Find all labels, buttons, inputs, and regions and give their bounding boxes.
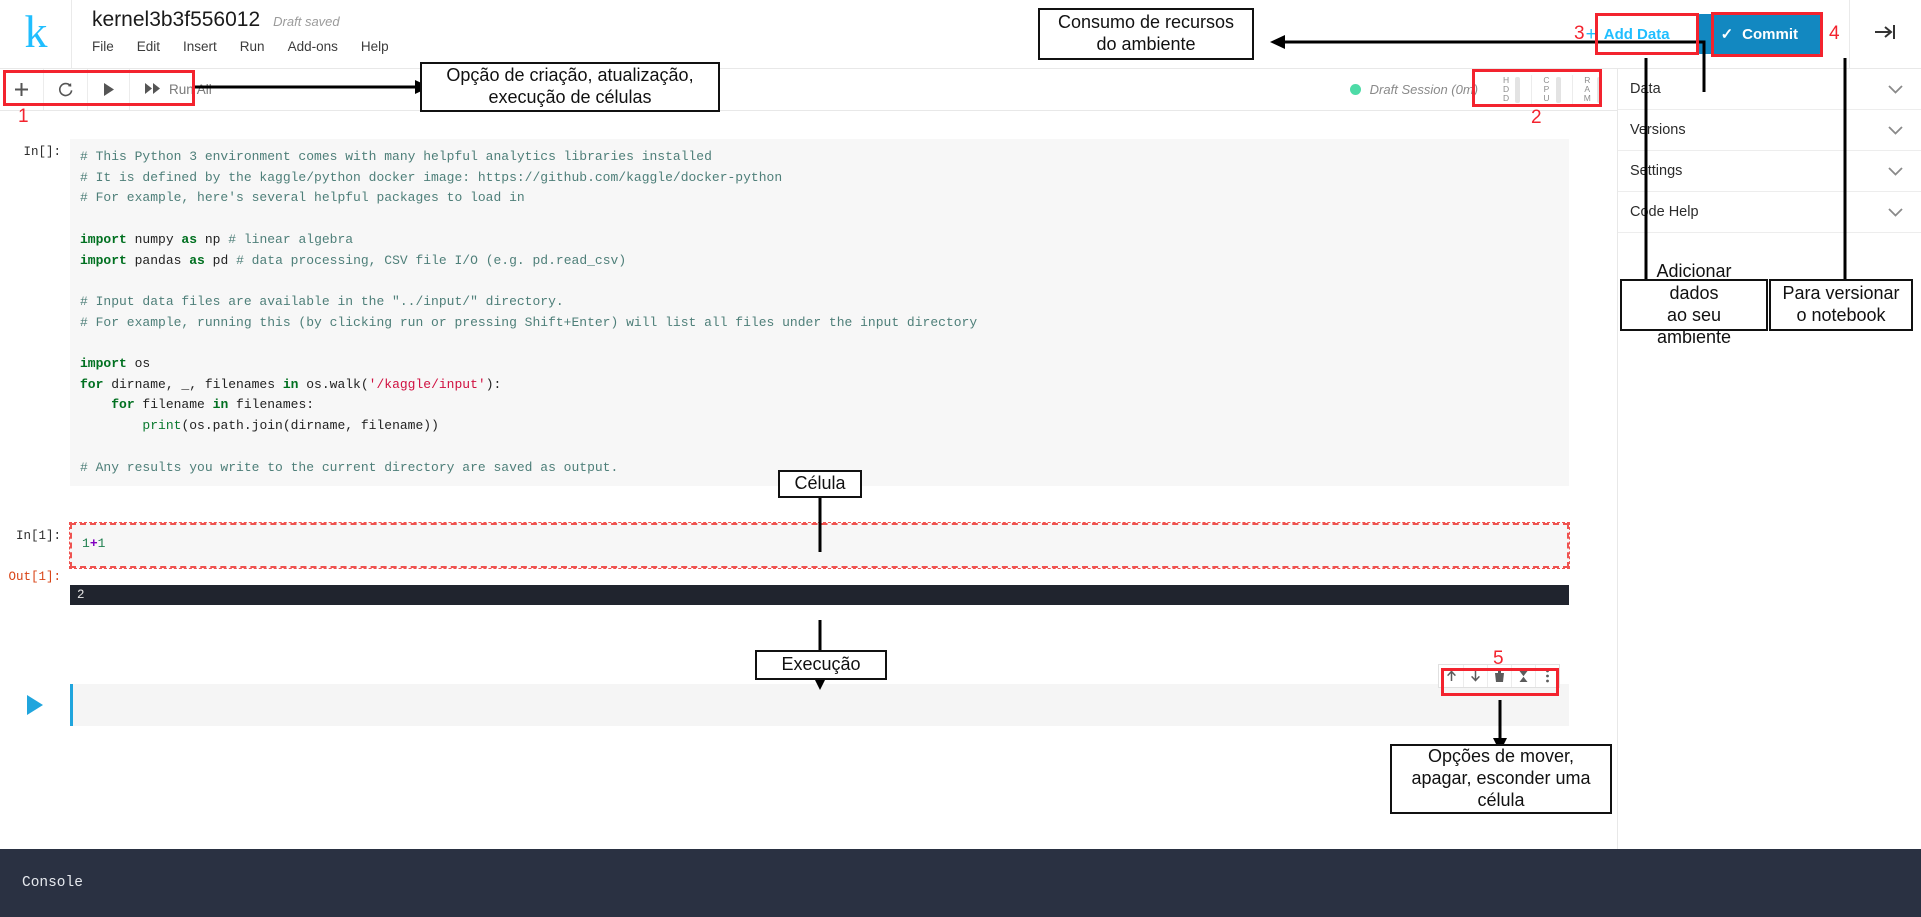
annotation-text: Execução	[781, 654, 860, 676]
run-cell-button[interactable]	[88, 69, 129, 110]
toolbar-left-group: Run All	[0, 69, 226, 110]
meter-hdd[interactable]: HDD	[1492, 75, 1531, 105]
annotation-resources-note: Consumo de recursos do ambiente	[1038, 8, 1254, 60]
refresh-icon	[57, 81, 74, 98]
notebook-cell[interactable]: In[]: # This Python 3 environment comes …	[0, 139, 1617, 486]
run-all-label: Run All	[169, 82, 212, 97]
sidebar-item-label: Versions	[1630, 122, 1686, 138]
cell-prompt-label: In[]:	[0, 139, 70, 486]
console-footer[interactable]: Console	[0, 849, 1921, 917]
run-all-button[interactable]: Run All	[130, 69, 226, 110]
annotation-add-data-note: Adicionar dados ao seu ambiente	[1620, 279, 1768, 331]
chevron-down-icon	[1888, 165, 1903, 178]
annotation-text: Adicionar dados ao seu ambiente	[1630, 261, 1758, 349]
collapse-cell-icon[interactable]	[1511, 665, 1535, 687]
meter-hdd-label: HDD	[1503, 76, 1509, 104]
sidebar-item-settings[interactable]: Settings	[1618, 151, 1921, 192]
annotation-cell-options-note: Opções de mover, apagar, esconder uma cé…	[1390, 744, 1612, 814]
annotation-number-2: 2	[1531, 107, 1542, 129]
sidebar-item-code-help[interactable]: Code Help	[1618, 192, 1921, 233]
sidebar-item-data[interactable]: Data	[1618, 69, 1921, 110]
cell-output-row: Out[1]:	[0, 570, 1617, 584]
check-icon: ✓	[1721, 25, 1734, 43]
kaggle-notebook-app: k kernel3b3f556012 Draft saved File Edit…	[0, 0, 1921, 917]
commit-label: Commit	[1742, 26, 1798, 43]
add-data-label: Add Data	[1604, 26, 1670, 43]
menu-insert[interactable]: Insert	[183, 39, 217, 54]
more-options-icon[interactable]	[1535, 665, 1559, 687]
code-editor[interactable]: 1+1	[70, 523, 1569, 568]
collapse-right-icon	[1874, 22, 1898, 46]
move-down-icon[interactable]	[1463, 665, 1487, 687]
add-cell-button[interactable]	[0, 69, 44, 110]
meter-ram-bar	[1597, 77, 1602, 103]
kaggle-logo[interactable]: k	[0, 0, 72, 68]
menu-bar: File Edit Insert Run Add-ons Help	[92, 39, 1572, 54]
restart-session-button[interactable]	[44, 69, 88, 110]
menu-addons[interactable]: Add-ons	[288, 39, 338, 54]
menu-edit[interactable]: Edit	[137, 39, 160, 54]
menu-run[interactable]: Run	[240, 39, 265, 54]
code-editor-empty[interactable]	[70, 684, 1569, 726]
annotation-text: Opções de mover, apagar, esconder uma cé…	[1411, 746, 1590, 812]
right-sidebar: Data Versions Settings Code Help	[1617, 69, 1921, 849]
sidebar-item-label: Settings	[1630, 163, 1682, 179]
meter-hdd-bar	[1515, 77, 1520, 103]
annotation-commit-note: Para versionar o notebook	[1769, 279, 1913, 331]
chevron-down-icon	[1888, 83, 1903, 96]
cell-output-container: 2	[0, 585, 1617, 605]
output-prompt-label: Out[1]:	[0, 570, 70, 584]
meter-ram-label: RAM	[1584, 76, 1591, 104]
menu-help[interactable]: Help	[361, 39, 389, 54]
session-status-dot	[1350, 84, 1361, 95]
annotation-toolbar-note: Opção de criação, atualização, execução …	[420, 62, 720, 112]
fast-forward-icon	[144, 82, 161, 98]
meter-cpu-label: CPU	[1543, 76, 1549, 104]
cell-output-text: 2	[70, 585, 1569, 605]
sidebar-item-versions[interactable]: Versions	[1618, 110, 1921, 151]
annotation-text: Consumo de recursos do ambiente	[1058, 12, 1234, 56]
toolbar-right-group: Draft Session (0m) HDD CPU RAM	[1350, 71, 1617, 109]
meter-cpu[interactable]: CPU	[1531, 75, 1571, 105]
sidebar-item-label: Data	[1630, 81, 1661, 97]
commit-button[interactable]: ✓ Commit	[1696, 14, 1823, 54]
session-status-label: Draft Session (0m)	[1370, 82, 1478, 97]
title-block: kernel3b3f556012 Draft saved File Edit I…	[72, 0, 1572, 68]
page-title[interactable]: kernel3b3f556012	[92, 8, 260, 32]
play-icon	[101, 82, 116, 97]
notebook-toolbar: Run All Draft Session (0m) HDD CPU RAM	[0, 69, 1617, 111]
meter-ram[interactable]: RAM	[1572, 75, 1613, 105]
run-cell-button[interactable]	[0, 684, 70, 726]
cell-prompt-label: In[1]:	[0, 523, 70, 568]
notebook-cell-active[interactable]	[0, 684, 1617, 726]
kaggle-logo-icon: k	[25, 9, 47, 55]
move-up-icon[interactable]	[1439, 665, 1463, 687]
plus-icon	[13, 81, 30, 98]
meter-cpu-bar	[1556, 77, 1561, 103]
annotation-number-4: 4	[1829, 23, 1840, 45]
plus-icon: +	[1586, 25, 1597, 44]
code-editor[interactable]: # This Python 3 environment comes with m…	[70, 139, 1569, 486]
console-label: Console	[22, 875, 83, 891]
annotation-text: Célula	[794, 473, 845, 495]
header-actions: + Add Data ✓ Commit	[1572, 0, 1921, 68]
sidebar-item-label: Code Help	[1630, 204, 1699, 220]
annotation-text: Para versionar o notebook	[1782, 283, 1899, 327]
play-icon	[27, 695, 43, 715]
add-data-button[interactable]: + Add Data	[1572, 16, 1684, 53]
chevron-down-icon	[1888, 206, 1903, 219]
annotation-number-3: 3	[1574, 23, 1585, 45]
app-header: k kernel3b3f556012 Draft saved File Edit…	[0, 0, 1921, 69]
draft-status-label: Draft saved	[273, 14, 339, 29]
notebook-cell[interactable]: In[1]: 1+1	[0, 523, 1617, 568]
annotation-text: Opção de criação, atualização, execução …	[446, 65, 693, 109]
menu-file[interactable]: File	[92, 39, 114, 54]
annotation-number-5: 5	[1493, 648, 1504, 670]
resource-meters[interactable]: HDD CPU RAM	[1492, 71, 1613, 109]
annotation-number-1: 1	[18, 106, 29, 128]
chevron-down-icon	[1888, 124, 1903, 137]
annotation-execution-note: Execução	[755, 650, 887, 680]
collapse-sidebar-button[interactable]	[1849, 0, 1921, 69]
annotation-cell-note: Célula	[778, 470, 862, 498]
